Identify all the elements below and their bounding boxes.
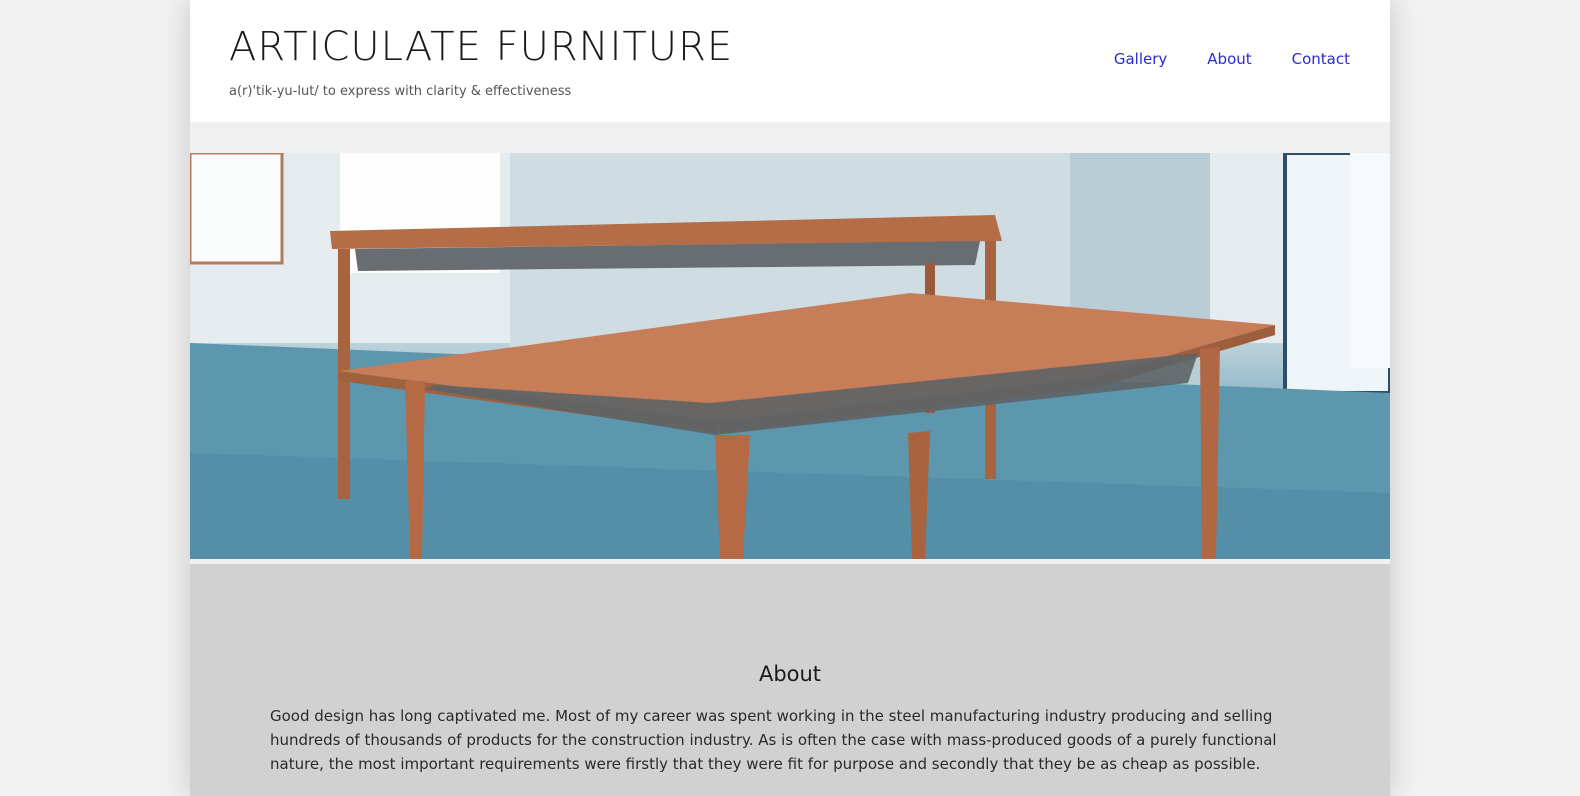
about-heading: About [758,662,822,686]
site-title[interactable]: ARTICULATE FURNITURE [229,24,733,70]
nav-link-gallery[interactable]: Gallery [1114,50,1167,68]
main-nav: Gallery About Contact [1114,50,1350,68]
site-header: ARTICULATE FURNITURE a(r)'tik-yu-lut/ to… [190,0,1390,122]
about-body-text: Good design has long captivated me. Most… [270,707,1277,773]
tables-photo [190,153,1390,559]
page-container: ARTICULATE FURNITURE a(r)'tik-yu-lut/ to… [190,0,1390,796]
site-tagline: a(r)'tik-yu-lut/ to express with clarity… [229,84,572,99]
about-section: About Good design has long captivated me… [190,564,1390,796]
nav-link-about[interactable]: About [1207,50,1251,68]
nav-link-contact[interactable]: Contact [1292,50,1350,68]
hero-image-tables [190,153,1390,559]
